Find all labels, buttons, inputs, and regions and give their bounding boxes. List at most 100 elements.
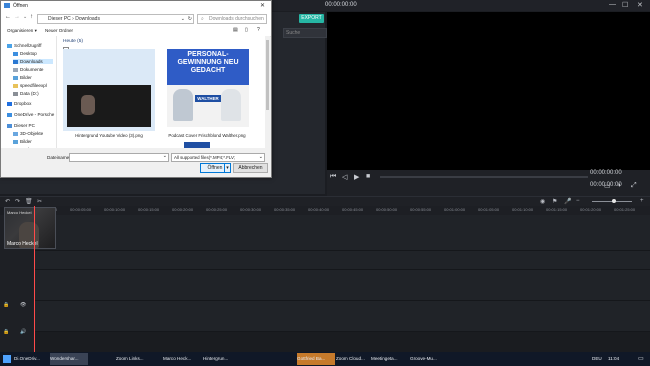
taskbar-item-files[interactable] <box>90 353 114 365</box>
open-file-dialog: Öffnen ✕ ← → ⌄ ↑ Dieser PC › Downloads ⌄… <box>0 0 272 178</box>
thumbnail-heading: PERSONAL-GEWINNUNG NEU GEDACHT <box>177 51 239 74</box>
play-back-icon[interactable]: ◁ <box>342 173 347 181</box>
taskbar-item-zoom-links[interactable]: Zoom Links... <box>116 353 154 365</box>
dialog-search-input[interactable]: ⌕ Downloads durchsuchen <box>197 14 267 24</box>
audio-lock-icon[interactable]: 🔒 <box>3 329 9 335</box>
ruler-tick: 00:00:25:00 <box>206 207 228 212</box>
ruler-tick: 00:00:40:00 <box>308 207 330 212</box>
breadcrumb[interactable]: Dieser PC › Downloads ⌄ ↻ <box>37 14 194 24</box>
view-options-icon[interactable]: ▤ <box>233 27 238 33</box>
refresh-icon[interactable]: ↻ <box>188 15 192 23</box>
dialog-title-bar: Öffnen ✕ <box>1 1 271 11</box>
ruler-tick: 00:00:30:00 <box>240 207 262 212</box>
language-indicator[interactable]: DEU <box>592 356 602 361</box>
filetype-select[interactable]: All supported files(*.MP4;*.FLV; ⌄ <box>171 153 265 162</box>
taskbar-item-onedrive[interactable]: Di.OneDriv... <box>14 353 48 365</box>
filename-label: Dateiname: <box>47 155 71 160</box>
app-icon <box>4 3 10 8</box>
render-icon[interactable]: ◉ <box>540 198 545 205</box>
organize-menu[interactable]: Organisieren ▾ <box>7 28 37 34</box>
clip-label: Marco Heckel <box>7 241 38 247</box>
back-icon[interactable]: ← <box>5 14 11 20</box>
nav-item-pictures-pc[interactable]: Bilder <box>13 139 32 144</box>
drive-icon <box>13 91 18 96</box>
audio-mute-icon[interactable]: 🔊 <box>20 329 26 335</box>
taskbar-item-marco[interactable]: Marco Heck... <box>163 353 201 365</box>
help-icon[interactable]: ? <box>257 27 260 33</box>
zoom-out-icon[interactable]: − <box>576 198 580 204</box>
snapshot-icon[interactable]: ▭ <box>604 182 611 190</box>
marker-icon[interactable]: ⚑ <box>552 198 557 205</box>
rewind-icon[interactable]: ⏮ <box>330 173 336 181</box>
taskbar-item-meeting[interactable]: Meetingeta... <box>371 353 409 365</box>
audio-track-1[interactable] <box>34 270 650 301</box>
ruler-tick: 00:01:10:00 <box>512 207 534 212</box>
maximize-icon[interactable]: ☐ <box>622 1 628 9</box>
picture-icon <box>13 75 18 80</box>
play-icon[interactable]: ▶ <box>354 173 359 181</box>
export-button[interactable]: EXPORT <box>299 14 324 23</box>
nav-item-data-drive[interactable]: Data (D:) <box>13 91 39 96</box>
file-item[interactable] <box>63 49 155 131</box>
audio-track-2[interactable] <box>34 301 650 332</box>
forward-icon[interactable]: → <box>14 14 20 20</box>
preview-progress-bar[interactable] <box>380 176 588 178</box>
playhead[interactable] <box>34 206 35 352</box>
nav-item-this-pc[interactable]: Dieser PC <box>7 123 35 128</box>
minimize-icon[interactable]: — <box>609 1 616 8</box>
video-track-1[interactable] <box>34 215 650 251</box>
taskbar-item-groove[interactable]: Groove-Mu... <box>410 353 446 365</box>
new-folder-button[interactable]: Neuer Ordner <box>45 28 73 33</box>
notification-icon[interactable]: ▭ <box>638 355 644 362</box>
cut-icon[interactable]: ✂ <box>37 198 42 205</box>
track-lock-icon[interactable]: 🔒 <box>3 302 9 308</box>
scrollbar-thumb[interactable] <box>266 40 269 110</box>
nav-item-downloads[interactable]: Downloads <box>13 59 53 64</box>
zoom-in-icon[interactable]: + <box>640 198 644 204</box>
delete-icon[interactable]: 🗑 <box>25 198 33 205</box>
preview-pane-icon[interactable]: ▯ <box>245 27 248 33</box>
nav-item-desktop[interactable]: Desktop <box>13 51 37 56</box>
start-icon[interactable] <box>3 355 11 363</box>
zoom-slider-handle[interactable] <box>612 199 616 203</box>
video-clip[interactable]: Marco Heckel Marco Heckel <box>4 207 56 249</box>
nav-item-quick-access[interactable]: Schnellzugriff <box>7 43 42 48</box>
fullscreen-icon[interactable]: ⤢ <box>631 182 637 190</box>
dialog-close-icon[interactable]: ✕ <box>260 2 265 9</box>
recent-icon[interactable]: ⌄ <box>23 14 27 20</box>
desktop-icon <box>13 51 18 56</box>
nav-item-3d-objects[interactable]: 3D-Objekte <box>13 131 43 136</box>
file-item[interactable]: PERSONAL-GEWINNUNG NEU GEDACHT WALTHER <box>167 49 249 131</box>
volume-icon[interactable]: ◖ <box>617 182 621 189</box>
taskbar-item-gottfried[interactable]: Gottfried Ba... <box>297 353 335 365</box>
nav-item-speedfile[interactable]: speedfileexpl <box>13 83 47 88</box>
open-dropdown-icon[interactable]: ▾ <box>224 163 231 173</box>
taskbar-item-hintergrund[interactable]: Hintergrun... <box>203 353 237 365</box>
filetype-dropdown-icon[interactable]: ⌄ <box>259 154 263 161</box>
cancel-button[interactable]: Abbrechen <box>233 163 268 173</box>
ruler-tick: 00:01:15:00 <box>546 207 568 212</box>
taskbar-item-zoom-cloud[interactable]: Zoom Cloud... <box>336 353 370 365</box>
clock[interactable]: 11:04 <box>608 356 619 361</box>
filename-dropdown-icon[interactable]: ⌄ <box>163 153 167 159</box>
filename-input[interactable]: ⌄ <box>69 153 169 162</box>
redo-icon[interactable]: ↷ <box>15 198 20 205</box>
nav-item-documents[interactable]: Dokumente <box>13 67 44 72</box>
dialog-scrollbar[interactable] <box>265 36 270 148</box>
media-search-input[interactable]: Suche <box>283 28 327 38</box>
undo-icon[interactable]: ↶ <box>5 198 10 205</box>
track-visibility-icon[interactable]: 👁 <box>20 302 26 308</box>
stop-icon[interactable]: ■ <box>366 173 370 180</box>
breadcrumb-dropdown-icon[interactable]: ⌄ <box>181 15 185 23</box>
nav-item-dropbox[interactable]: Dropbox <box>7 101 31 106</box>
file-thumbnail: PERSONAL-GEWINNUNG NEU GEDACHT WALTHER <box>167 49 249 127</box>
up-icon[interactable]: ↑ <box>30 14 33 20</box>
filetype-value: All supported files(*.MP4;*.FLV; <box>174 155 236 160</box>
voiceover-icon[interactable]: 🎤 <box>564 198 571 205</box>
nav-item-pictures[interactable]: Bilder <box>13 75 32 80</box>
taskbar-item-apps[interactable] <box>240 353 292 365</box>
taskbar-item-wondershare[interactable]: Wondershar... <box>50 353 88 365</box>
video-track-2[interactable] <box>34 251 650 270</box>
nav-item-onedrive[interactable]: OneDrive - Porsche <box>7 112 54 117</box>
close-icon[interactable]: ✕ <box>637 1 643 9</box>
